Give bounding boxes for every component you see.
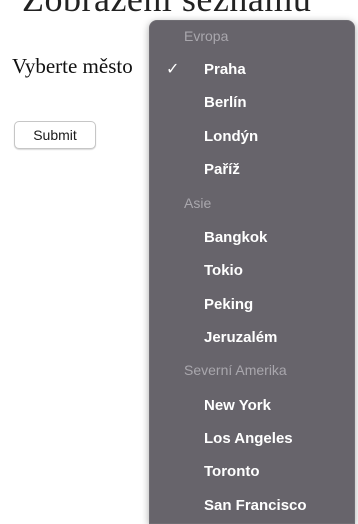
- option-jeruzalem[interactable]: Jeruzalém: [149, 323, 355, 353]
- option-londyn[interactable]: Londýn: [149, 122, 355, 152]
- option-label: Londýn: [204, 128, 259, 145]
- group-header-evropa: Evropa: [184, 28, 229, 44]
- submit-button[interactable]: Submit: [14, 121, 96, 149]
- option-label: Toronto: [204, 463, 260, 480]
- option-san-francisco[interactable]: San Francisco: [149, 491, 355, 521]
- option-berlin[interactable]: Berlín: [149, 88, 355, 118]
- option-label: Peking: [204, 296, 254, 313]
- option-bangkok[interactable]: Bangkok: [149, 223, 355, 253]
- option-new-york[interactable]: New York: [149, 391, 355, 421]
- option-los-angeles[interactable]: Los Angeles: [149, 424, 355, 454]
- option-label: Berlín: [204, 94, 247, 111]
- checkmark-icon: ✓: [166, 61, 180, 78]
- option-tokio[interactable]: Tokio: [149, 256, 355, 286]
- city-dropdown-menu[interactable]: Evropa ✓ Praha Berlín Londýn Paříž Asie …: [149, 20, 355, 524]
- select-label: Vyberte město: [12, 54, 133, 78]
- option-label: Paříž: [204, 161, 240, 178]
- option-label: Los Angeles: [204, 430, 293, 447]
- option-label: Bangkok: [204, 229, 268, 246]
- option-praha[interactable]: ✓ Praha: [149, 55, 355, 85]
- page-heading: Zobrazení seznamu: [22, 0, 311, 20]
- option-toronto[interactable]: Toronto: [149, 457, 355, 487]
- group-header-asie: Asie: [184, 195, 212, 211]
- group-header-severni-amerika: Severní Amerika: [184, 362, 287, 378]
- option-label: Praha: [204, 61, 246, 78]
- option-peking[interactable]: Peking: [149, 290, 355, 320]
- option-pariz[interactable]: Paříž: [149, 155, 355, 185]
- option-label: Tokio: [204, 262, 243, 279]
- option-label: San Francisco: [204, 497, 307, 514]
- option-label: Jeruzalém: [204, 329, 278, 346]
- option-label: New York: [204, 397, 271, 414]
